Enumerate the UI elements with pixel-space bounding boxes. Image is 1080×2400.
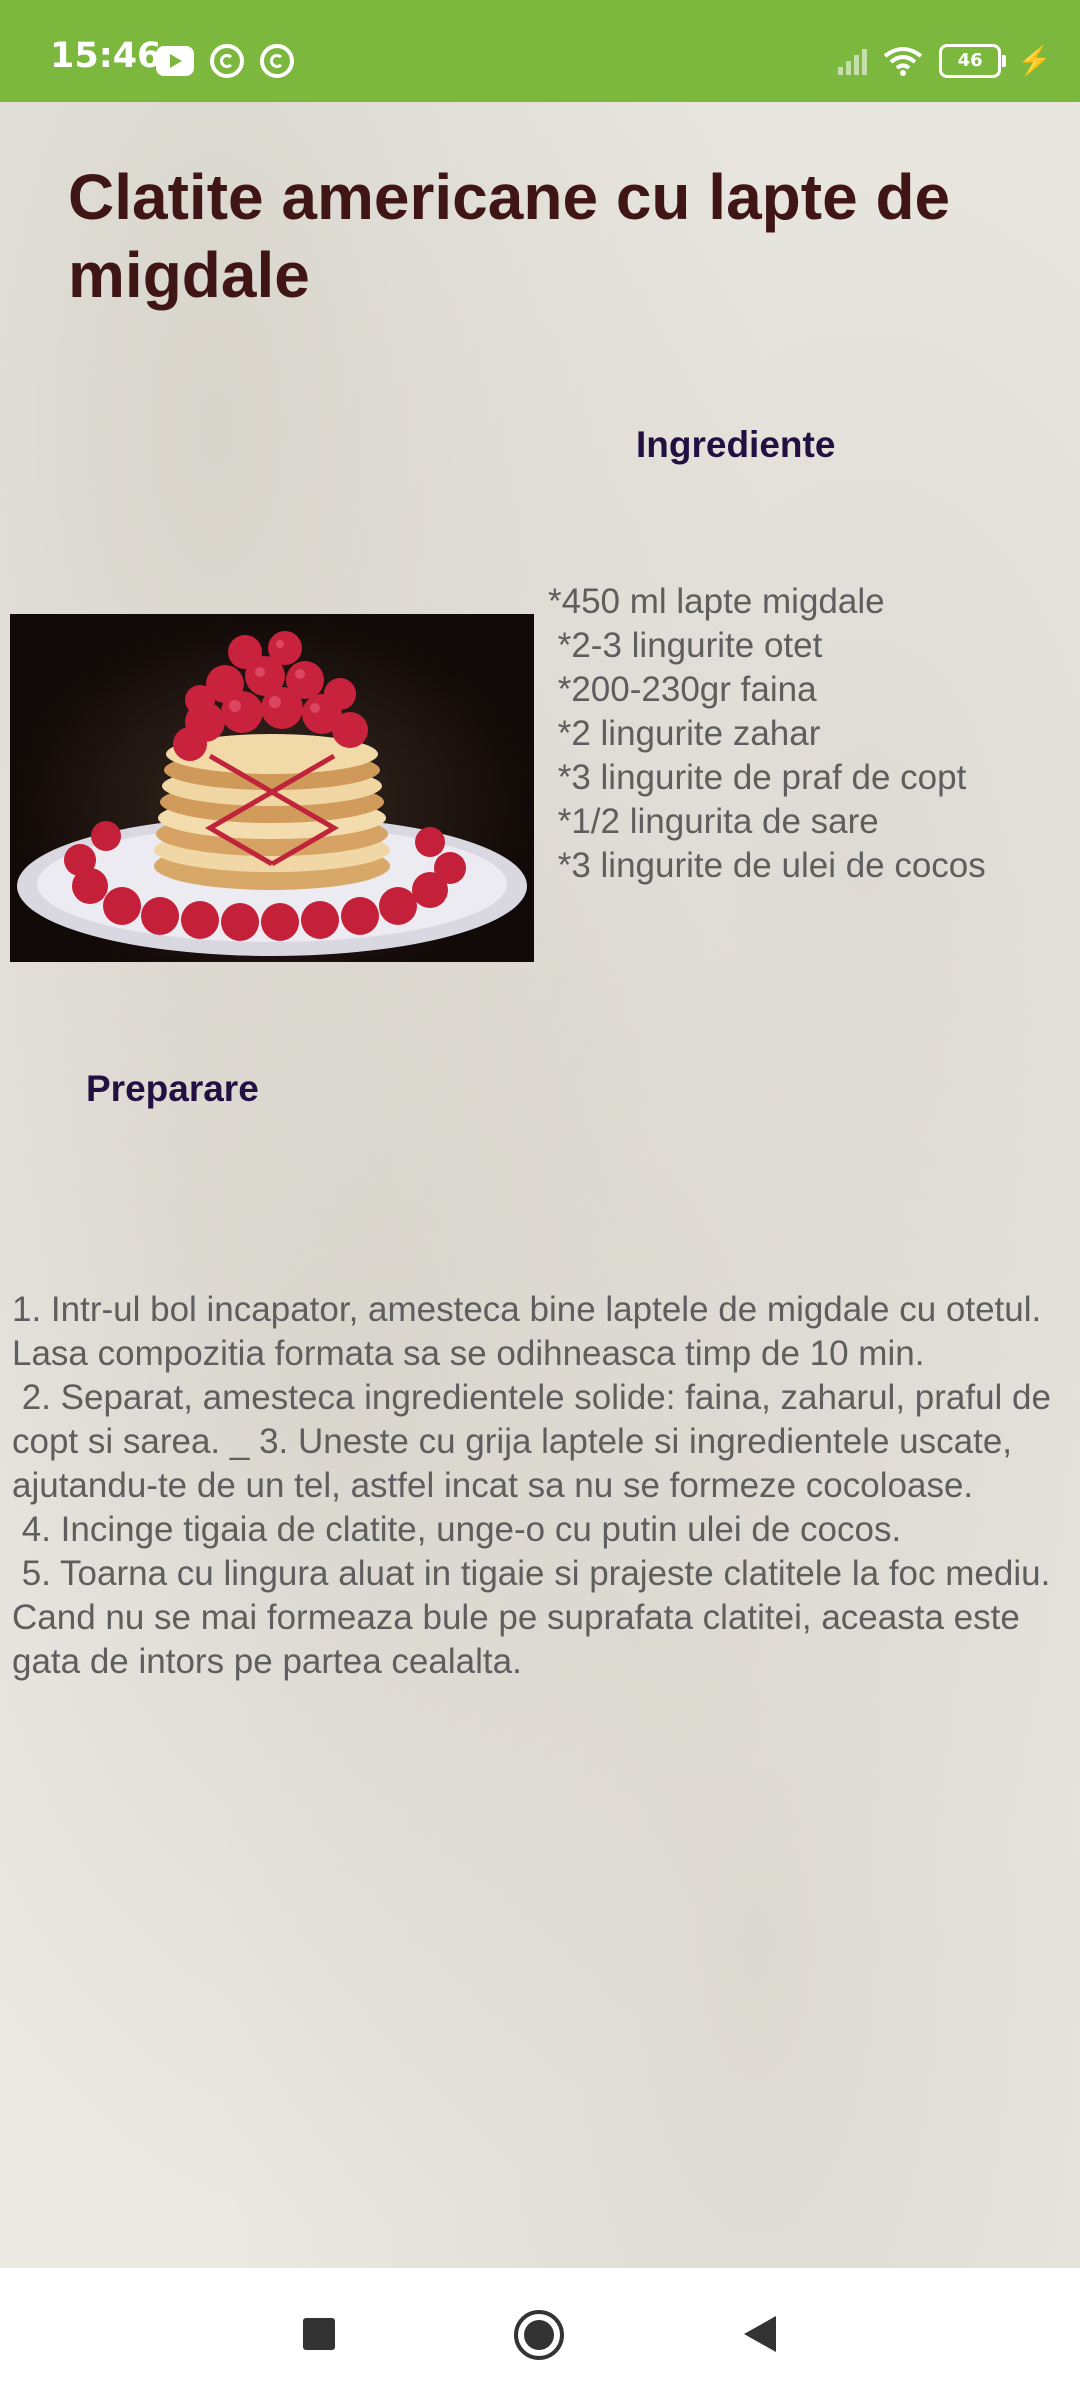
youtube-icon (156, 46, 194, 76)
ingredients-list: *450 ml lapte migdale *2-3 lingurite ote… (548, 582, 986, 885)
signal-icon (838, 47, 868, 75)
battery-icon: 46 (939, 44, 1007, 78)
ingredients-heading: Ingrediente (636, 424, 836, 465)
app-notification-icon (210, 44, 244, 78)
status-time: 15:46 (50, 36, 162, 76)
navigation-bar (0, 2268, 1080, 2400)
recipe-image (10, 614, 534, 962)
charging-icon: ⚡ (1017, 45, 1052, 76)
recipe-content[interactable]: Clatite americane cu lapte de migdale In… (0, 102, 1080, 2268)
back-icon[interactable] (740, 2310, 788, 2358)
status-bar: 15:46 46 ⚡ (0, 0, 1080, 102)
recents-icon[interactable] (296, 2310, 344, 2358)
notification-icons (156, 44, 294, 78)
recipe-title: Clatite americane cu lapte de migdale (68, 161, 951, 311)
system-icons: 46 ⚡ (838, 44, 1052, 78)
wifi-icon (883, 46, 923, 76)
preparation-heading: Preparare (86, 1068, 259, 1109)
home-icon[interactable] (514, 2310, 564, 2360)
preparation-text: 1. Intr-ul bol incapator, amesteca bine … (12, 1290, 1051, 1681)
app-notification-icon (260, 44, 294, 78)
